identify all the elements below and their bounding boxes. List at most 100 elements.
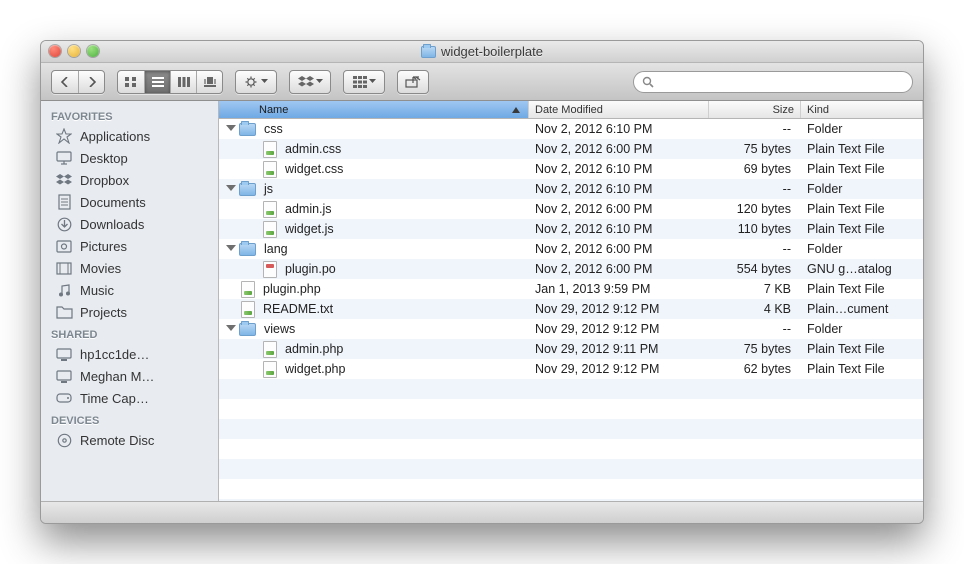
sidebar-item[interactable]: Time Cap… <box>41 387 218 409</box>
disc-icon <box>55 432 73 448</box>
file-row[interactable]: README.txtNov 29, 2012 9:12 PM4 KBPlain…… <box>219 299 923 319</box>
file-row[interactable]: widget.jsNov 2, 2012 6:10 PM110 bytesPla… <box>219 219 923 239</box>
sidebar-item[interactable]: Downloads <box>41 213 218 235</box>
disclosure-triangle-icon[interactable] <box>226 245 236 251</box>
file-row[interactable]: widget.cssNov 2, 2012 6:10 PM69 bytesPla… <box>219 159 923 179</box>
movies-icon <box>55 260 73 276</box>
music-icon <box>55 282 73 298</box>
forward-button[interactable] <box>78 71 104 93</box>
sidebar-item-label: Documents <box>80 195 146 210</box>
folder-row[interactable]: viewsNov 29, 2012 9:12 PM--Folder <box>219 319 923 339</box>
file-size: -- <box>709 322 801 336</box>
desktop-icon <box>55 150 73 166</box>
back-button[interactable] <box>52 71 78 93</box>
sidebar-item[interactable]: Movies <box>41 257 218 279</box>
sidebar-item[interactable]: Music <box>41 279 218 301</box>
zoom-button[interactable] <box>87 45 99 57</box>
search-input[interactable] <box>659 75 904 89</box>
share-button[interactable] <box>397 70 429 94</box>
folder-row[interactable]: jsNov 2, 2012 6:10 PM--Folder <box>219 179 923 199</box>
file-row[interactable]: widget.phpNov 29, 2012 9:12 PM62 bytesPl… <box>219 359 923 379</box>
file-name: admin.js <box>285 202 332 216</box>
file-kind: Plain…cument <box>801 302 923 316</box>
empty-row <box>219 399 923 419</box>
file-kind: Folder <box>801 322 923 336</box>
coverflow-view-button[interactable] <box>196 71 222 93</box>
sidebar-item[interactable]: Applications <box>41 125 218 147</box>
file-row[interactable]: plugin.poNov 2, 2012 6:00 PM554 bytesGNU… <box>219 259 923 279</box>
window-title-text: widget-boilerplate <box>441 44 543 59</box>
file-icon <box>263 361 277 378</box>
file-row[interactable]: admin.phpNov 29, 2012 9:11 PM75 bytesPla… <box>219 339 923 359</box>
sidebar-item[interactable]: Projects <box>41 301 218 323</box>
file-row[interactable]: admin.jsNov 2, 2012 6:00 PM120 bytesPlai… <box>219 199 923 219</box>
disclosure-triangle-icon[interactable] <box>226 325 236 331</box>
file-row[interactable]: admin.cssNov 2, 2012 6:00 PM75 bytesPlai… <box>219 139 923 159</box>
sidebar-item[interactable]: Desktop <box>41 147 218 169</box>
close-button[interactable] <box>49 45 61 57</box>
file-name: widget.php <box>285 362 345 376</box>
column-kind[interactable]: Kind <box>801 101 923 118</box>
file-name: css <box>264 122 283 136</box>
file-icon <box>241 301 255 318</box>
column-size[interactable]: Size <box>709 101 801 118</box>
file-name: plugin.po <box>285 262 336 276</box>
pictures-icon <box>55 238 73 254</box>
dropbox-menu[interactable] <box>289 70 331 94</box>
arrange-icon <box>344 71 384 93</box>
dropbox-icon <box>290 71 330 93</box>
chevron-down-icon <box>261 79 268 84</box>
disclosure-triangle-icon[interactable] <box>226 185 236 191</box>
sidebar-item[interactable]: Dropbox <box>41 169 218 191</box>
sidebar-item[interactable]: hp1cc1de… <box>41 343 218 365</box>
column-name[interactable]: Name <box>219 101 529 118</box>
file-size: -- <box>709 242 801 256</box>
sidebar-item[interactable]: Documents <box>41 191 218 213</box>
file-row[interactable]: plugin.phpJan 1, 2013 9:59 PM7 KBPlain T… <box>219 279 923 299</box>
search-field[interactable] <box>633 71 913 93</box>
file-name: widget.css <box>285 162 343 176</box>
file-date: Nov 29, 2012 9:12 PM <box>529 322 709 336</box>
column-headers: Name Date Modified Size Kind <box>219 101 923 119</box>
file-name: widget.js <box>285 222 334 236</box>
drive-icon <box>55 390 73 406</box>
sidebar-item-label: Downloads <box>80 217 144 232</box>
disclosure-triangle-icon[interactable] <box>226 125 236 131</box>
file-size: 75 bytes <box>709 142 801 156</box>
column-date[interactable]: Date Modified <box>529 101 709 118</box>
arrange-menu[interactable] <box>343 70 385 94</box>
window-title: widget-boilerplate <box>421 44 543 59</box>
sidebar-item-label: Dropbox <box>80 173 129 188</box>
search-icon <box>642 76 654 88</box>
folder-row[interactable]: cssNov 2, 2012 6:10 PM--Folder <box>219 119 923 139</box>
sidebar: FAVORITESApplicationsDesktopDropboxDocum… <box>41 101 219 501</box>
folder-icon <box>421 46 436 58</box>
file-icon <box>263 221 277 238</box>
file-kind: GNU g…atalog <box>801 262 923 276</box>
sidebar-item[interactable]: Pictures <box>41 235 218 257</box>
apps-icon <box>55 128 73 144</box>
icon-view-button[interactable] <box>118 71 144 93</box>
sidebar-item-label: Music <box>80 283 114 298</box>
file-name: admin.css <box>285 142 341 156</box>
folder-icon <box>239 123 256 136</box>
file-kind: Plain Text File <box>801 202 923 216</box>
folder-icon <box>239 243 256 256</box>
action-menu[interactable] <box>235 70 277 94</box>
sidebar-item[interactable]: Meghan M… <box>41 365 218 387</box>
finder-window: widget-boilerplate <box>40 40 924 524</box>
empty-row <box>219 479 923 499</box>
column-view-button[interactable] <box>170 71 196 93</box>
minimize-button[interactable] <box>68 45 80 57</box>
file-size: 554 bytes <box>709 262 801 276</box>
file-date: Nov 2, 2012 6:10 PM <box>529 182 709 196</box>
file-list: Name Date Modified Size Kind cssNov 2, 2… <box>219 101 923 501</box>
empty-row <box>219 459 923 479</box>
file-name: README.txt <box>263 302 333 316</box>
display-icon <box>55 368 73 384</box>
traffic-lights <box>49 45 99 57</box>
list-view-button[interactable] <box>144 71 170 93</box>
folder-row[interactable]: langNov 2, 2012 6:00 PM--Folder <box>219 239 923 259</box>
file-size: 62 bytes <box>709 362 801 376</box>
sidebar-item[interactable]: Remote Disc <box>41 429 218 451</box>
